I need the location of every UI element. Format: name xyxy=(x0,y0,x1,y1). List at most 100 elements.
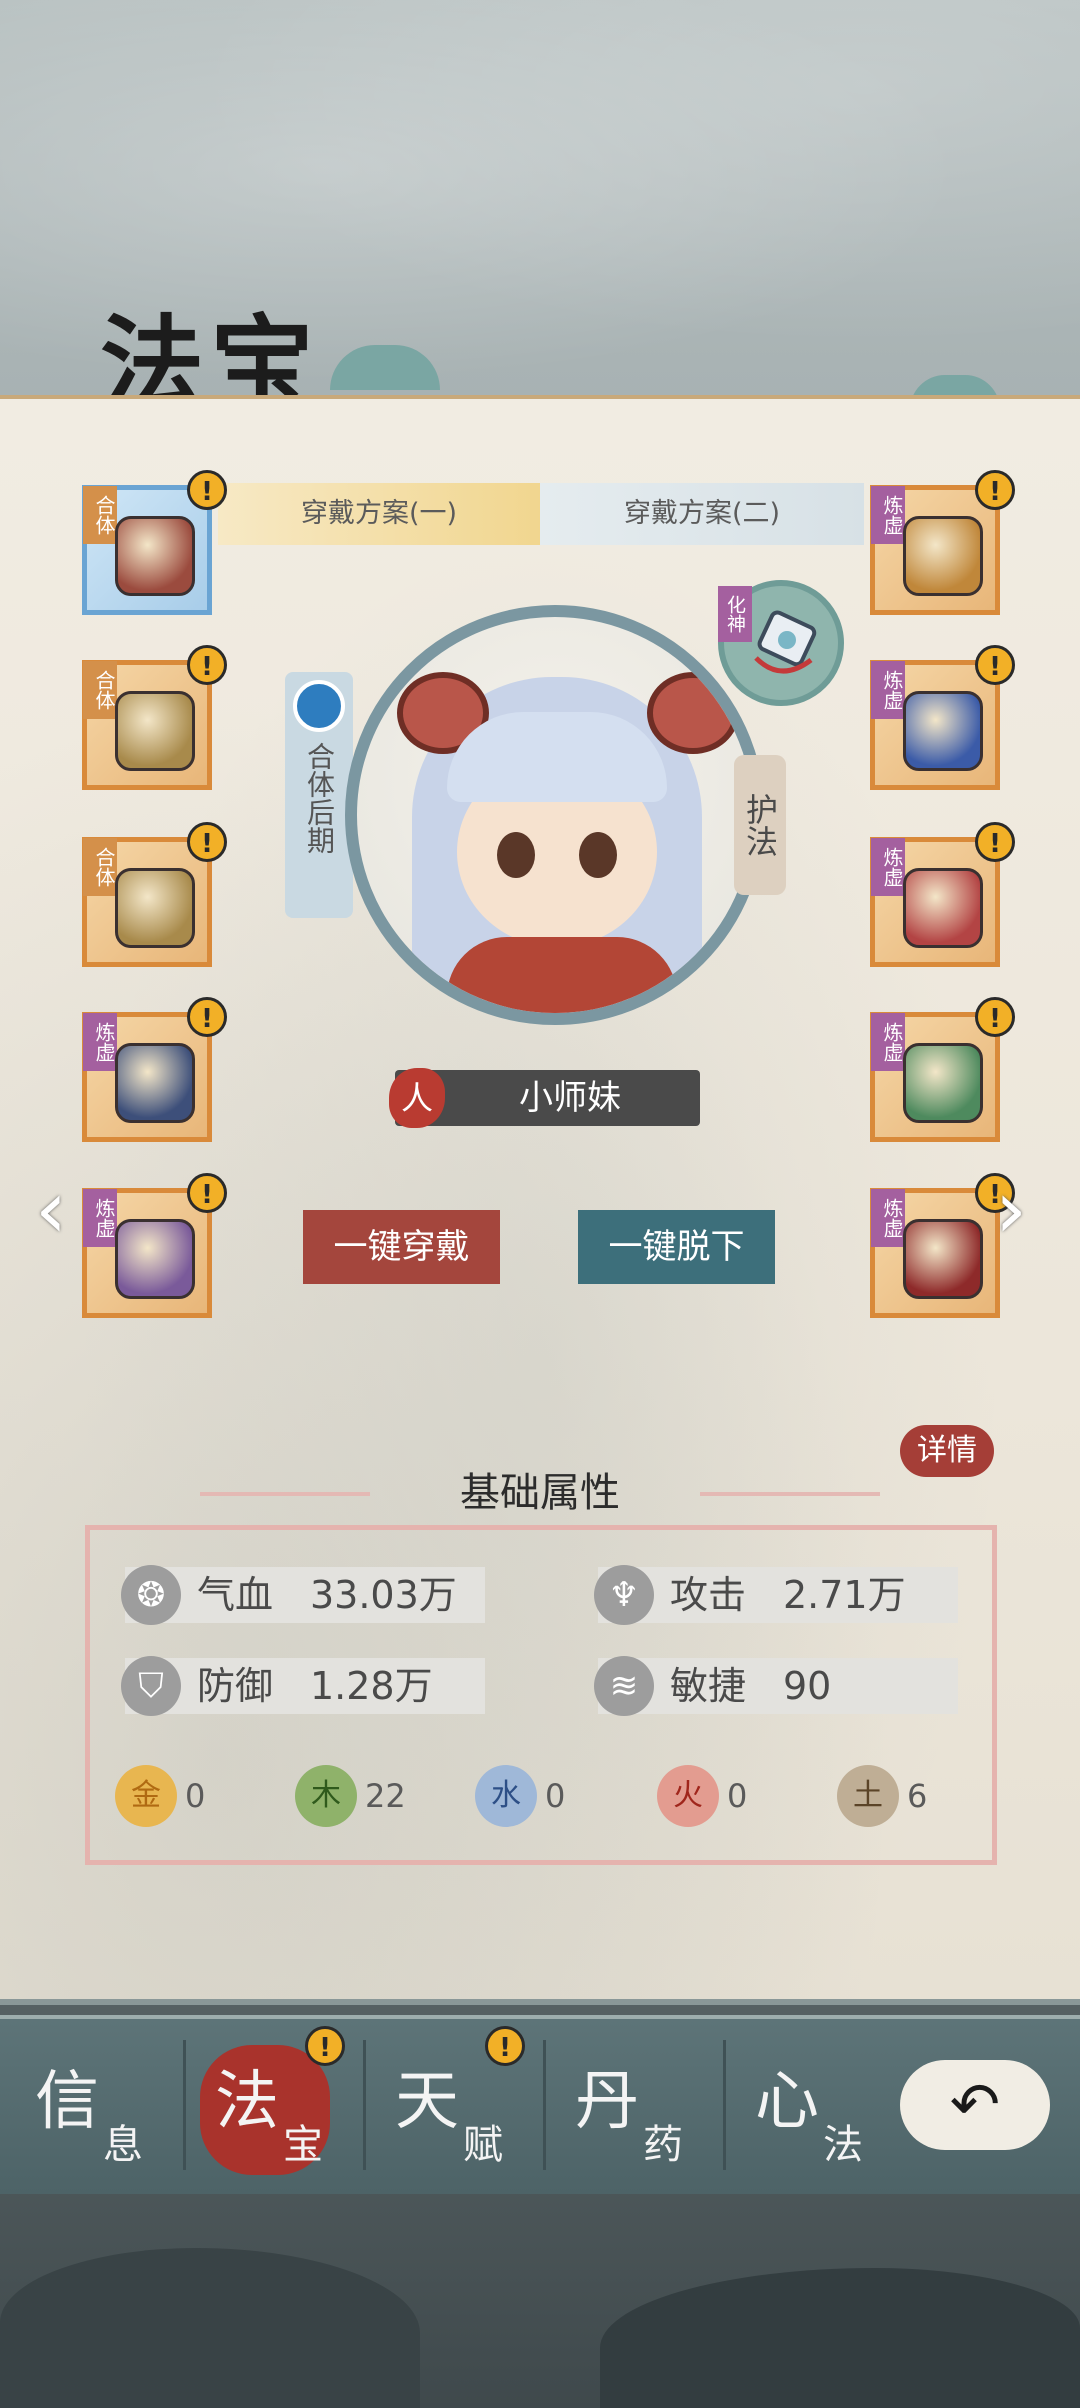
slot-tag: 合体 xyxy=(83,661,117,719)
nav-label-sub: 药 xyxy=(643,2122,683,2168)
realm-text: 合体后期 xyxy=(303,742,336,854)
nav-label-main: 法 xyxy=(215,2065,279,2139)
equip-all-button[interactable]: 一键穿戴 xyxy=(303,1210,500,1284)
right-equipment-slot-3[interactable]: 炼虚! xyxy=(870,822,1015,967)
hairpin-icon xyxy=(903,516,983,596)
slot-tag: 炼虚 xyxy=(83,1013,117,1071)
element-value: 6 xyxy=(907,1777,928,1815)
nav-item-2[interactable]: 法宝! xyxy=(195,2026,355,2180)
stat-defense-value: 1.28万 xyxy=(310,1664,433,1708)
right-eye xyxy=(579,832,617,878)
alert-icon: ! xyxy=(187,645,227,685)
alert-icon: ! xyxy=(975,822,1015,862)
stat-hp: ❂ 气血 33.03万 xyxy=(121,1565,485,1625)
element-icon: 土 xyxy=(837,1765,899,1827)
left-equipment-slot-2[interactable]: 合体! xyxy=(82,645,227,790)
element-icon: 火 xyxy=(657,1765,719,1827)
stat-agility: ≋ 敏捷 90 xyxy=(594,1656,958,1716)
beast-armor-icon xyxy=(115,868,195,948)
stat-attack: ♆ 攻击 2.71万 xyxy=(594,1565,958,1625)
robe xyxy=(447,937,677,1013)
stat-agility-label: 敏捷 xyxy=(670,1664,747,1708)
element-icon: 水 xyxy=(475,1765,537,1827)
nav-label-main: 天 xyxy=(395,2065,459,2139)
nav-item-4[interactable]: 丹药 xyxy=(555,2030,715,2180)
right-equipment-slot-5[interactable]: 炼虚! xyxy=(870,1173,1015,1318)
stat-attack-value: 2.71万 xyxy=(783,1573,906,1617)
character-portrait[interactable] xyxy=(345,605,765,1025)
slot-tag: 炼虚 xyxy=(871,661,905,719)
nav-item-5[interactable]: 心法 xyxy=(735,2030,895,2180)
left-equipment-slot-4[interactable]: 炼虚! xyxy=(82,997,227,1142)
defense-icon: ⛉ xyxy=(121,1656,181,1716)
slot-tag: 炼虚 xyxy=(871,838,905,896)
tab-plan-1[interactable]: 穿戴方案(一) xyxy=(218,483,540,545)
right-equipment-slot-4[interactable]: 炼虚! xyxy=(870,997,1015,1142)
alert-icon: ! xyxy=(187,822,227,862)
tab-plan-2[interactable]: 穿戴方案(二) xyxy=(540,483,864,545)
alert-icon: ! xyxy=(975,470,1015,510)
slot-tag: 合体 xyxy=(83,838,117,896)
gauntlet-icon xyxy=(903,868,983,948)
bangs xyxy=(447,712,667,802)
slot-tag: 合体 xyxy=(83,486,117,544)
talisman-icon xyxy=(754,610,817,674)
nav-label-sub: 宝 xyxy=(283,2122,323,2168)
element-value: 0 xyxy=(185,1777,206,1815)
alert-icon: ! xyxy=(485,2026,525,2066)
nav-label-sub: 息 xyxy=(103,2122,143,2168)
belt-icon xyxy=(903,1043,983,1123)
next-character-arrow[interactable]: › xyxy=(995,1170,1055,1250)
nav-label-main: 丹 xyxy=(575,2065,639,2139)
plan-tabs: 穿戴方案(一) 穿戴方案(二) xyxy=(218,483,864,545)
stat-hp-label: 气血 xyxy=(197,1573,274,1617)
stat-attack-label: 攻击 xyxy=(670,1573,747,1617)
left-equipment-slot-1[interactable]: 合体! xyxy=(82,470,227,615)
left-equipment-slot-5[interactable]: 炼虚! xyxy=(82,1173,227,1318)
guardian-button[interactable]: 护法 xyxy=(734,755,786,895)
prev-character-arrow[interactable]: ‹ xyxy=(35,1170,95,1250)
nav-label-main: 心 xyxy=(755,2065,819,2139)
slot-tag: 炼虚 xyxy=(871,1189,905,1247)
necklace-icon xyxy=(903,691,983,771)
alert-icon: ! xyxy=(187,1173,227,1213)
slot-tag: 炼虚 xyxy=(871,486,905,544)
mountain-silhouette-left xyxy=(0,2248,420,2408)
nav-separator xyxy=(723,2040,726,2170)
nav-separator xyxy=(363,2040,366,2170)
element-value: 0 xyxy=(727,1777,748,1815)
agility-icon: ≋ xyxy=(594,1656,654,1716)
unequip-all-button[interactable]: 一键脱下 xyxy=(578,1210,775,1284)
right-equipment-slot-1[interactable]: 炼虚! xyxy=(870,470,1015,615)
ring-icon xyxy=(903,1219,983,1299)
left-eye xyxy=(497,832,535,878)
alert-icon: ! xyxy=(187,470,227,510)
alert-icon: ! xyxy=(187,997,227,1037)
stat-hp-value: 33.03万 xyxy=(310,1573,457,1617)
nav-separator xyxy=(543,2040,546,2170)
alert-icon: ! xyxy=(975,997,1015,1037)
armor-icon xyxy=(115,1043,195,1123)
back-arrow-icon[interactable]: ↶ xyxy=(900,2060,1050,2150)
beast-armor-icon xyxy=(115,691,195,771)
spirit-talisman-slot[interactable]: 化神 xyxy=(718,580,844,706)
nav-label-sub: 法 xyxy=(823,2122,863,2168)
stat-defense: ⛉ 防御 1.28万 xyxy=(121,1656,485,1716)
left-equipment-slot-3[interactable]: 合体! xyxy=(82,822,227,967)
stat-defense-label: 防御 xyxy=(197,1664,274,1708)
section-title: 基础属性 xyxy=(460,1470,620,1516)
alert-icon: ! xyxy=(305,2026,345,2066)
race-badge: 人 xyxy=(389,1068,445,1128)
crown-icon xyxy=(115,516,195,596)
character-name-bar: 人 小师妹 xyxy=(389,1068,700,1128)
nav-item-1[interactable]: 信息 xyxy=(15,2030,175,2180)
character-name: 小师妹 xyxy=(519,1078,621,1118)
element-value: 0 xyxy=(545,1777,566,1815)
right-equipment-slot-2[interactable]: 炼虚! xyxy=(870,645,1015,790)
mountain-silhouette-right xyxy=(600,2268,1080,2408)
stat-agility-value: 90 xyxy=(783,1664,832,1708)
element-icon: 木 xyxy=(295,1765,357,1827)
boots-icon xyxy=(115,1219,195,1299)
nav-item-3[interactable]: 天赋! xyxy=(375,2026,535,2180)
nav-separator xyxy=(183,2040,186,2170)
